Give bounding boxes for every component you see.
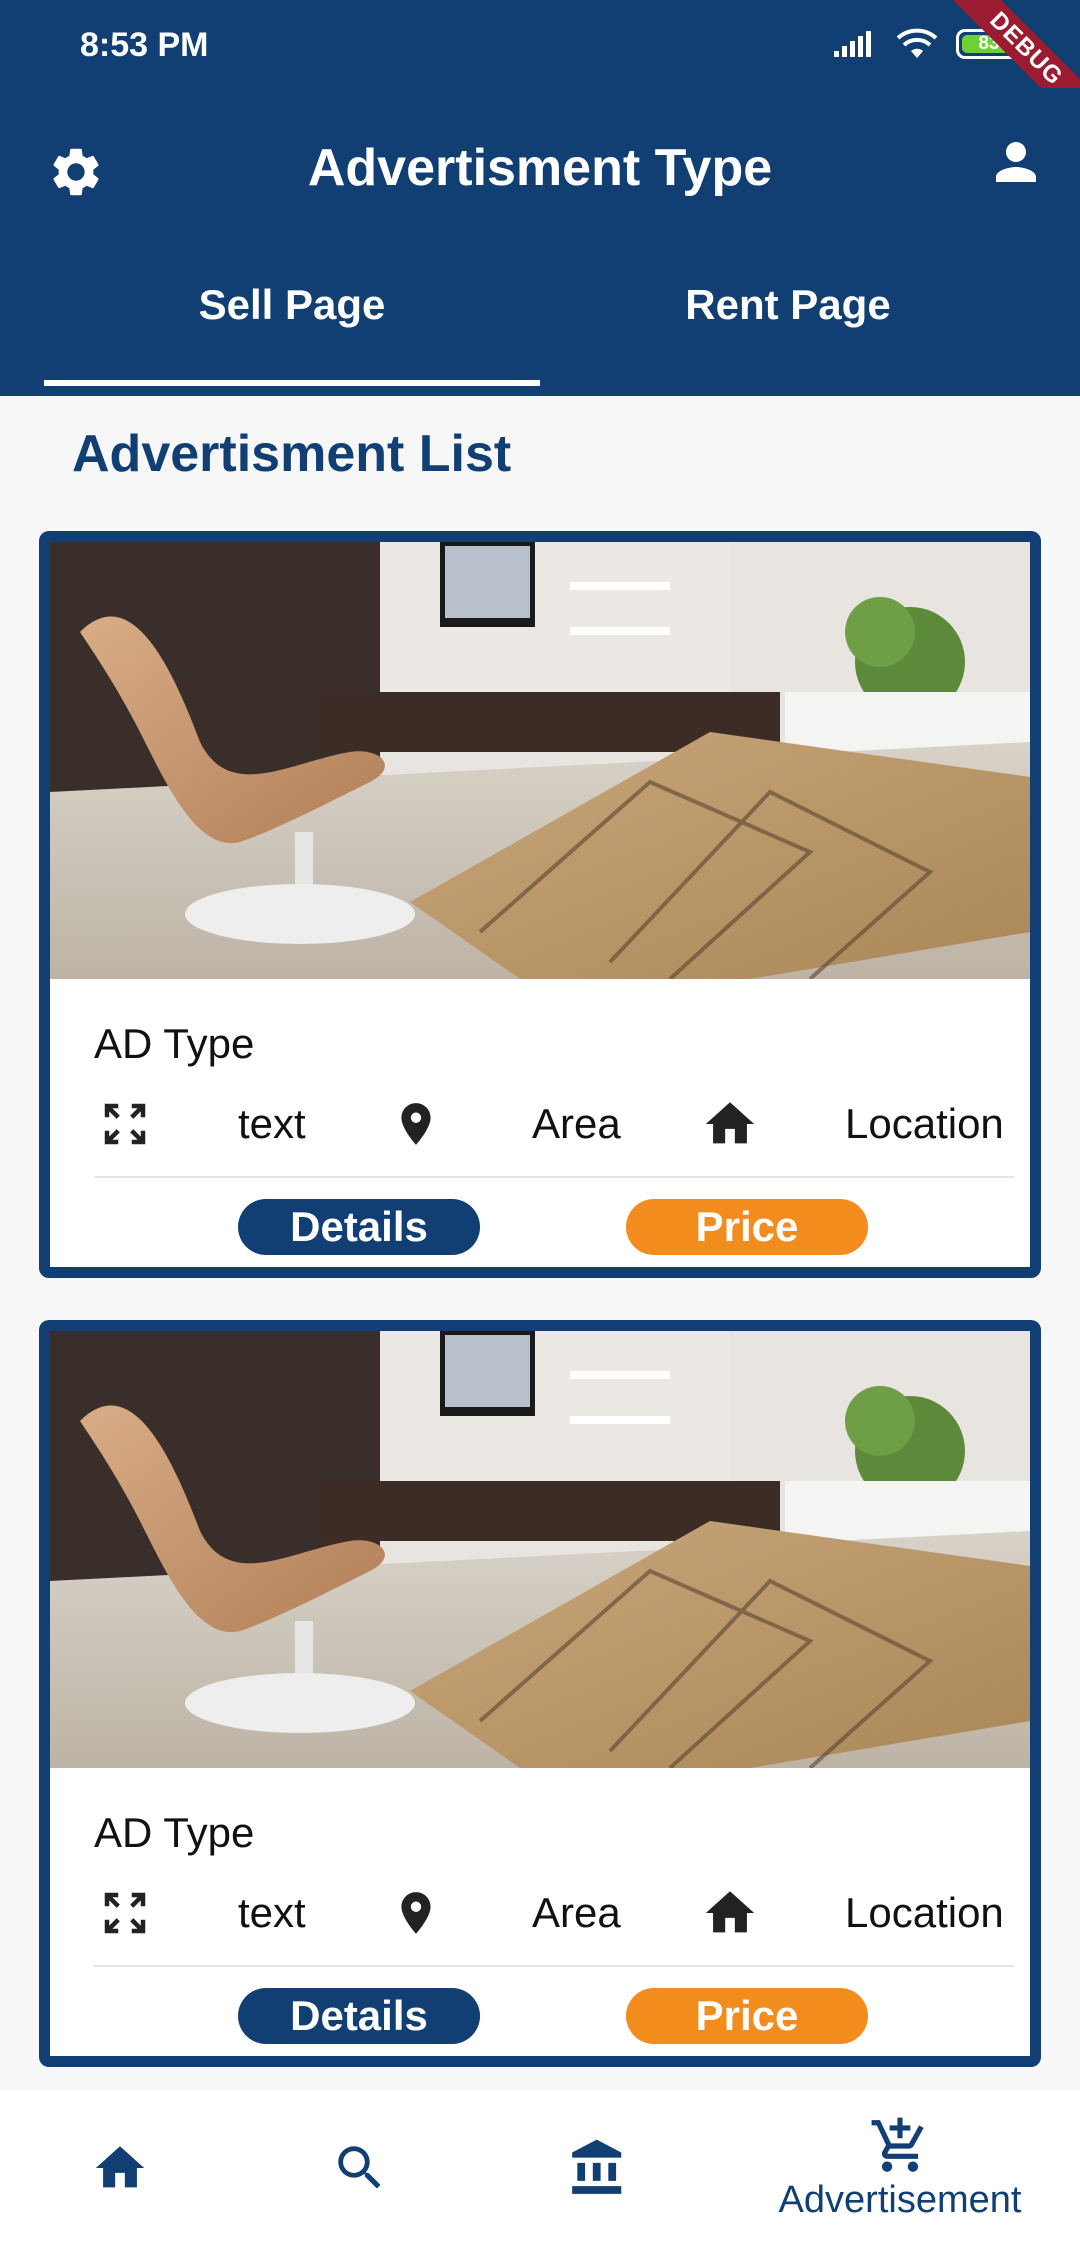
- status-time: 8:53 PM: [80, 26, 209, 64]
- nav-bank[interactable]: [538, 2090, 658, 2246]
- expand-icon: [104, 1892, 146, 1934]
- card-divider: [94, 1176, 1014, 1178]
- ad-type-label: AD Type: [94, 1020, 255, 1067]
- wifi-icon: [896, 28, 938, 58]
- status-bar: 8:53 PM 83 DEBUG: [0, 0, 1080, 132]
- area-text: Area: [532, 1889, 621, 1936]
- home-icon: [705, 1891, 755, 1933]
- card-divider: [94, 1965, 1014, 1967]
- expand-icon: [104, 1103, 146, 1145]
- nav-search[interactable]: [300, 2090, 420, 2246]
- add-cart-icon: [871, 2117, 924, 2172]
- location-pin-icon: [401, 1892, 431, 1934]
- page-title: Advertisment Type: [307, 139, 773, 197]
- size-text: text: [238, 1100, 306, 1147]
- profile-button[interactable]: [980, 126, 1052, 198]
- nav-home[interactable]: [60, 2090, 180, 2246]
- active-tab-indicator: [44, 380, 540, 386]
- tab-sell-page[interactable]: Sell Page: [44, 278, 540, 358]
- ad-meta-row: text Area Location: [50, 1879, 1030, 1949]
- bank-icon: [572, 2139, 622, 2194]
- ad-meta-row: text Area Location: [50, 1090, 1030, 1160]
- advertisement-card[interactable]: AD Type text Area Location Details Price: [39, 1320, 1041, 2067]
- price-button[interactable]: Price: [626, 1199, 868, 1255]
- location-text: Location: [845, 1100, 1004, 1147]
- app-bar: Advertisment Type Sell Page Rent Page: [0, 88, 1080, 396]
- size-text: text: [238, 1889, 306, 1936]
- advertisement-photo: [50, 1331, 1030, 1768]
- ad-type-label: AD Type: [94, 1809, 255, 1856]
- details-button[interactable]: Details: [238, 1988, 480, 2044]
- nav-advertisement[interactable]: Advertisement: [760, 2090, 1040, 2246]
- home-icon: [705, 1102, 755, 1144]
- search-icon: [338, 2146, 381, 2189]
- location-pin-icon: [401, 1103, 431, 1145]
- details-button[interactable]: Details: [238, 1199, 480, 1255]
- person-icon: [996, 142, 1036, 182]
- advertisement-photo: [50, 542, 1030, 979]
- nav-label-advertisement: Advertisement: [778, 2178, 1022, 2221]
- home-icon: [95, 2146, 145, 2188]
- area-text: Area: [532, 1100, 621, 1147]
- location-text: Location: [845, 1889, 1004, 1936]
- price-button[interactable]: Price: [626, 1988, 868, 2044]
- advertisement-card[interactable]: AD Type text Area Location Details Price: [39, 531, 1041, 1278]
- bottom-navigation: Advertisement: [0, 2090, 1080, 2246]
- tab-rent-page[interactable]: Rent Page: [540, 278, 1036, 358]
- section-title: Advertisment List: [72, 425, 512, 483]
- signal-icon: [834, 31, 871, 57]
